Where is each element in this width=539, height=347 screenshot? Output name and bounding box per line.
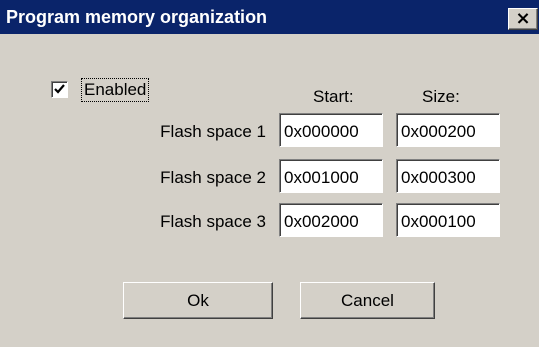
flash-space-3-size-input[interactable]: [396, 203, 500, 237]
flash-space-1-size-input[interactable]: [396, 113, 500, 147]
ok-button[interactable]: Ok: [123, 282, 273, 319]
flash-space-2-size-input[interactable]: [396, 159, 500, 193]
enabled-checkbox[interactable]: [51, 81, 68, 98]
title-bar[interactable]: Program memory organization ×: [0, 0, 539, 34]
checkmark-icon: [54, 84, 65, 94]
flash-space-3-label: Flash space 3: [160, 212, 266, 231]
ok-button-label: Ok: [187, 291, 209, 310]
flash-space-1-label: Flash space 1: [160, 122, 266, 141]
flash-space-2-label: Flash space 2: [160, 168, 266, 187]
dialog-title: Program memory organization: [6, 7, 268, 27]
enabled-label[interactable]: Enabled: [81, 78, 150, 102]
flash-space-2-start-input[interactable]: [279, 159, 383, 193]
close-icon: ×: [515, 8, 531, 29]
cancel-button[interactable]: Cancel: [300, 282, 435, 319]
cancel-button-label: Cancel: [341, 291, 394, 310]
close-button[interactable]: ×: [508, 8, 538, 30]
start-column-header: Start:: [313, 87, 354, 106]
size-column-header: Size:: [422, 87, 460, 106]
flash-space-1-start-input[interactable]: [279, 113, 383, 147]
flash-space-3-start-input[interactable]: [279, 203, 383, 237]
program-memory-dialog: Program memory organization × Enabled St…: [0, 0, 539, 347]
